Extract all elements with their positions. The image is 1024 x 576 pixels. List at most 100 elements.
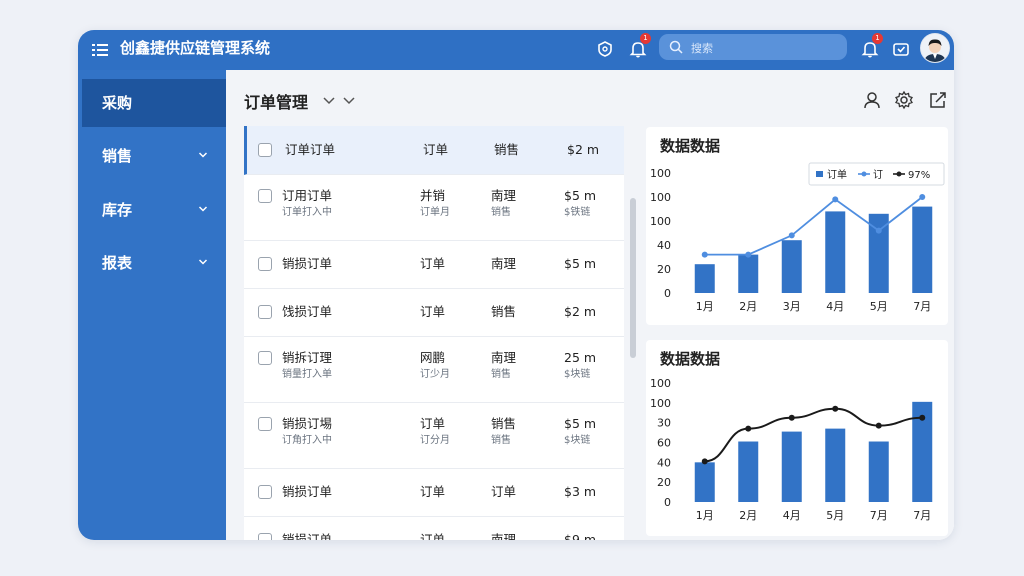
sidebar-item-label: 库存 [102,201,133,219]
order-dept: 南理 [491,350,517,365]
notification-badge: 1 [872,33,883,44]
y-tick-label: 20 [657,263,671,276]
sidebar-item-inventory[interactable]: 库存 [82,186,226,234]
y-tick-label: 0 [664,496,671,509]
order-dept: 南理 [491,532,517,540]
sidebar-item-procurement[interactable]: 采购 [82,79,226,127]
row-checkbox[interactable] [258,533,272,540]
order-amount: $5 m [564,416,597,431]
data-point [919,414,926,421]
order-dept: 订单 [491,484,517,499]
order-type: 网鹏 [420,350,446,365]
chart-card-top: 数据数据 0 20 40 100 100 100 1月 2月 3月 4月 5月 7月 订单订 97% [646,127,948,325]
sidebar-item-label: 销售 [102,147,133,165]
search-input[interactable] [689,38,843,58]
data-point [745,425,752,432]
search-box[interactable] [659,34,847,60]
row-checkbox[interactable] [258,257,272,271]
avatar[interactable] [920,33,950,63]
data-point [745,251,752,258]
table-row[interactable]: 销损订单 订单 订单 $3 m [244,468,624,517]
y-tick-label: 60 [657,437,671,450]
order-subtitle: 销量打入单 [282,369,332,380]
bar [912,206,933,293]
row-checkbox[interactable] [258,351,272,365]
order-amount: $9 m [564,532,597,540]
order-name: 销损订单 [282,256,333,271]
page-title: 订单管理 [244,93,309,112]
data-point [788,414,795,421]
order-name: 饯损订单 [282,304,333,319]
y-tick-label: 100 [650,397,671,410]
order-dept: 销售 [491,416,517,431]
app-title: 创鑫捷供应链管理系统 [120,39,271,57]
row-checkbox[interactable] [258,143,272,157]
order-amount: 25 m [564,350,597,365]
y-tick-label: 100 [650,167,671,180]
table-row[interactable]: 订单订单 订单 销售 $2 m [244,126,624,175]
table-row[interactable]: 订用订单 订单打入中 并销 订单月 南理 销售 $5 m $铁链 [244,174,624,241]
order-name: 销拆订理 [282,350,333,365]
shield-icon[interactable] [594,38,616,60]
row-checkbox[interactable] [258,485,272,499]
export-icon[interactable] [928,90,948,110]
user-avatar-icon [921,34,949,62]
x-tick-label: 5月 [870,300,888,313]
row-checkbox[interactable] [258,417,272,431]
sidebar-item-sales[interactable]: 销售 [82,132,226,180]
order-amount-sub: $块链 [564,369,591,380]
order-dept-sub: 销售 [491,435,511,446]
app-window: 创鑫捷供应链管理系统 1 1 [78,30,954,540]
table-row[interactable]: 销损订埸 订角打入中 订单 订分月 销售 销售 $5 m $块链 [244,402,624,469]
bar [694,462,715,502]
table-row[interactable]: 饯损订单 订单 销售 $2 m [244,288,624,337]
legend-label: 订单 [827,169,847,181]
x-tick-label: 7月 [913,300,931,313]
x-tick-label: 7月 [913,509,931,522]
bar [738,441,759,502]
sidebar-item-label: 采购 [102,94,133,112]
chevron-down-icon[interactable] [323,95,357,107]
legend: 订单 订 97% [808,162,945,186]
order-type-sub: 订分月 [420,435,450,446]
data-point [875,422,882,429]
x-tick-label: 2月 [739,509,757,522]
order-amount: $5 m [564,188,597,203]
table-row[interactable]: 销损订单 订单 南理 $9 m [244,516,624,540]
row-checkbox[interactable] [258,305,272,319]
order-name: 订用订单 [282,188,333,203]
table-row[interactable]: 销拆订理 销量打入单 网鹏 订少月 南理 销售 25 m $块链 [244,336,624,403]
scrollbar[interactable] [630,198,636,358]
series-line [704,196,923,256]
order-name: 订单订单 [285,142,336,157]
sidebar-item-reports[interactable]: 报表 [82,239,226,287]
order-subtitle: 订角打入中 [282,435,332,446]
y-tick-label: 40 [657,239,671,252]
order-list: 订单订单 订单 销售 $2 m 订用订单 订单打入中 并销 订单月 南理 销售 $5 m $铁链 销损订… [244,126,624,540]
switch-icon[interactable] [890,38,912,60]
order-subtitle: 订单打入中 [282,207,332,218]
user-icon[interactable] [862,90,882,110]
legend-swatch [816,171,823,177]
order-amount: $3 m [564,484,597,499]
order-dept: 销售 [491,304,517,319]
menu-icon[interactable] [92,41,110,59]
series-line [704,407,923,463]
y-tick-label: 100 [650,377,671,390]
row-checkbox[interactable] [258,189,272,203]
top-bar: 创鑫捷供应链管理系统 1 1 [78,30,954,70]
chevron-down-icon [198,259,208,265]
data-point [701,251,708,258]
data-point [701,458,708,465]
order-amount: $5 m [564,256,597,271]
bar [781,240,802,293]
order-amount: $2 m [564,304,597,319]
gear-icon[interactable] [894,90,914,110]
bar [825,428,846,502]
table-row[interactable]: 销损订单 订单 南理 $5 m [244,240,624,289]
legend-swatch [896,171,902,177]
x-tick-label: 3月 [783,300,801,313]
chart-card-bottom: 数据数据 0 20 40 60 30 100 100 1月 2月 4月 5月 7月 7月 [646,340,948,536]
order-name: 销损订单 [282,484,333,499]
chart-top: 0 20 40 100 100 100 1月 2月 3月 4月 5月 7月 订单 订 97% [650,162,945,313]
